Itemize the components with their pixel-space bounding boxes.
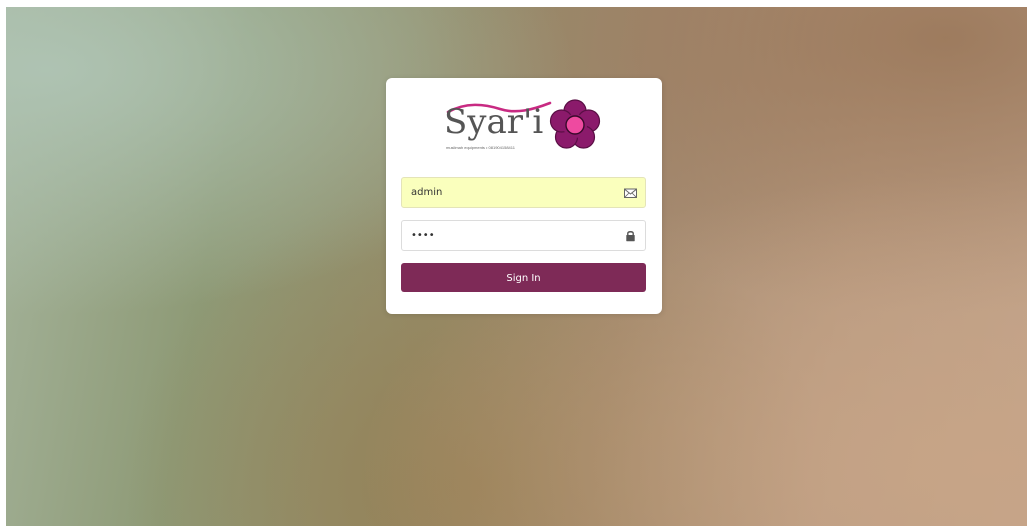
email-input[interactable] xyxy=(402,178,621,207)
brand-tagline: muslimah equipments • 081904158411 xyxy=(446,145,515,150)
lock-icon xyxy=(626,231,635,242)
brand-name: Syar'i xyxy=(444,102,544,142)
email-field[interactable] xyxy=(401,177,646,208)
sign-in-button[interactable]: Sign In xyxy=(401,263,646,292)
envelope-icon xyxy=(624,188,637,198)
brand-logo: Syar'i muslimah equipments • 08190415841… xyxy=(442,98,606,158)
flower-icon xyxy=(549,99,601,149)
password-field[interactable] xyxy=(401,220,646,251)
password-input[interactable] xyxy=(402,221,621,250)
